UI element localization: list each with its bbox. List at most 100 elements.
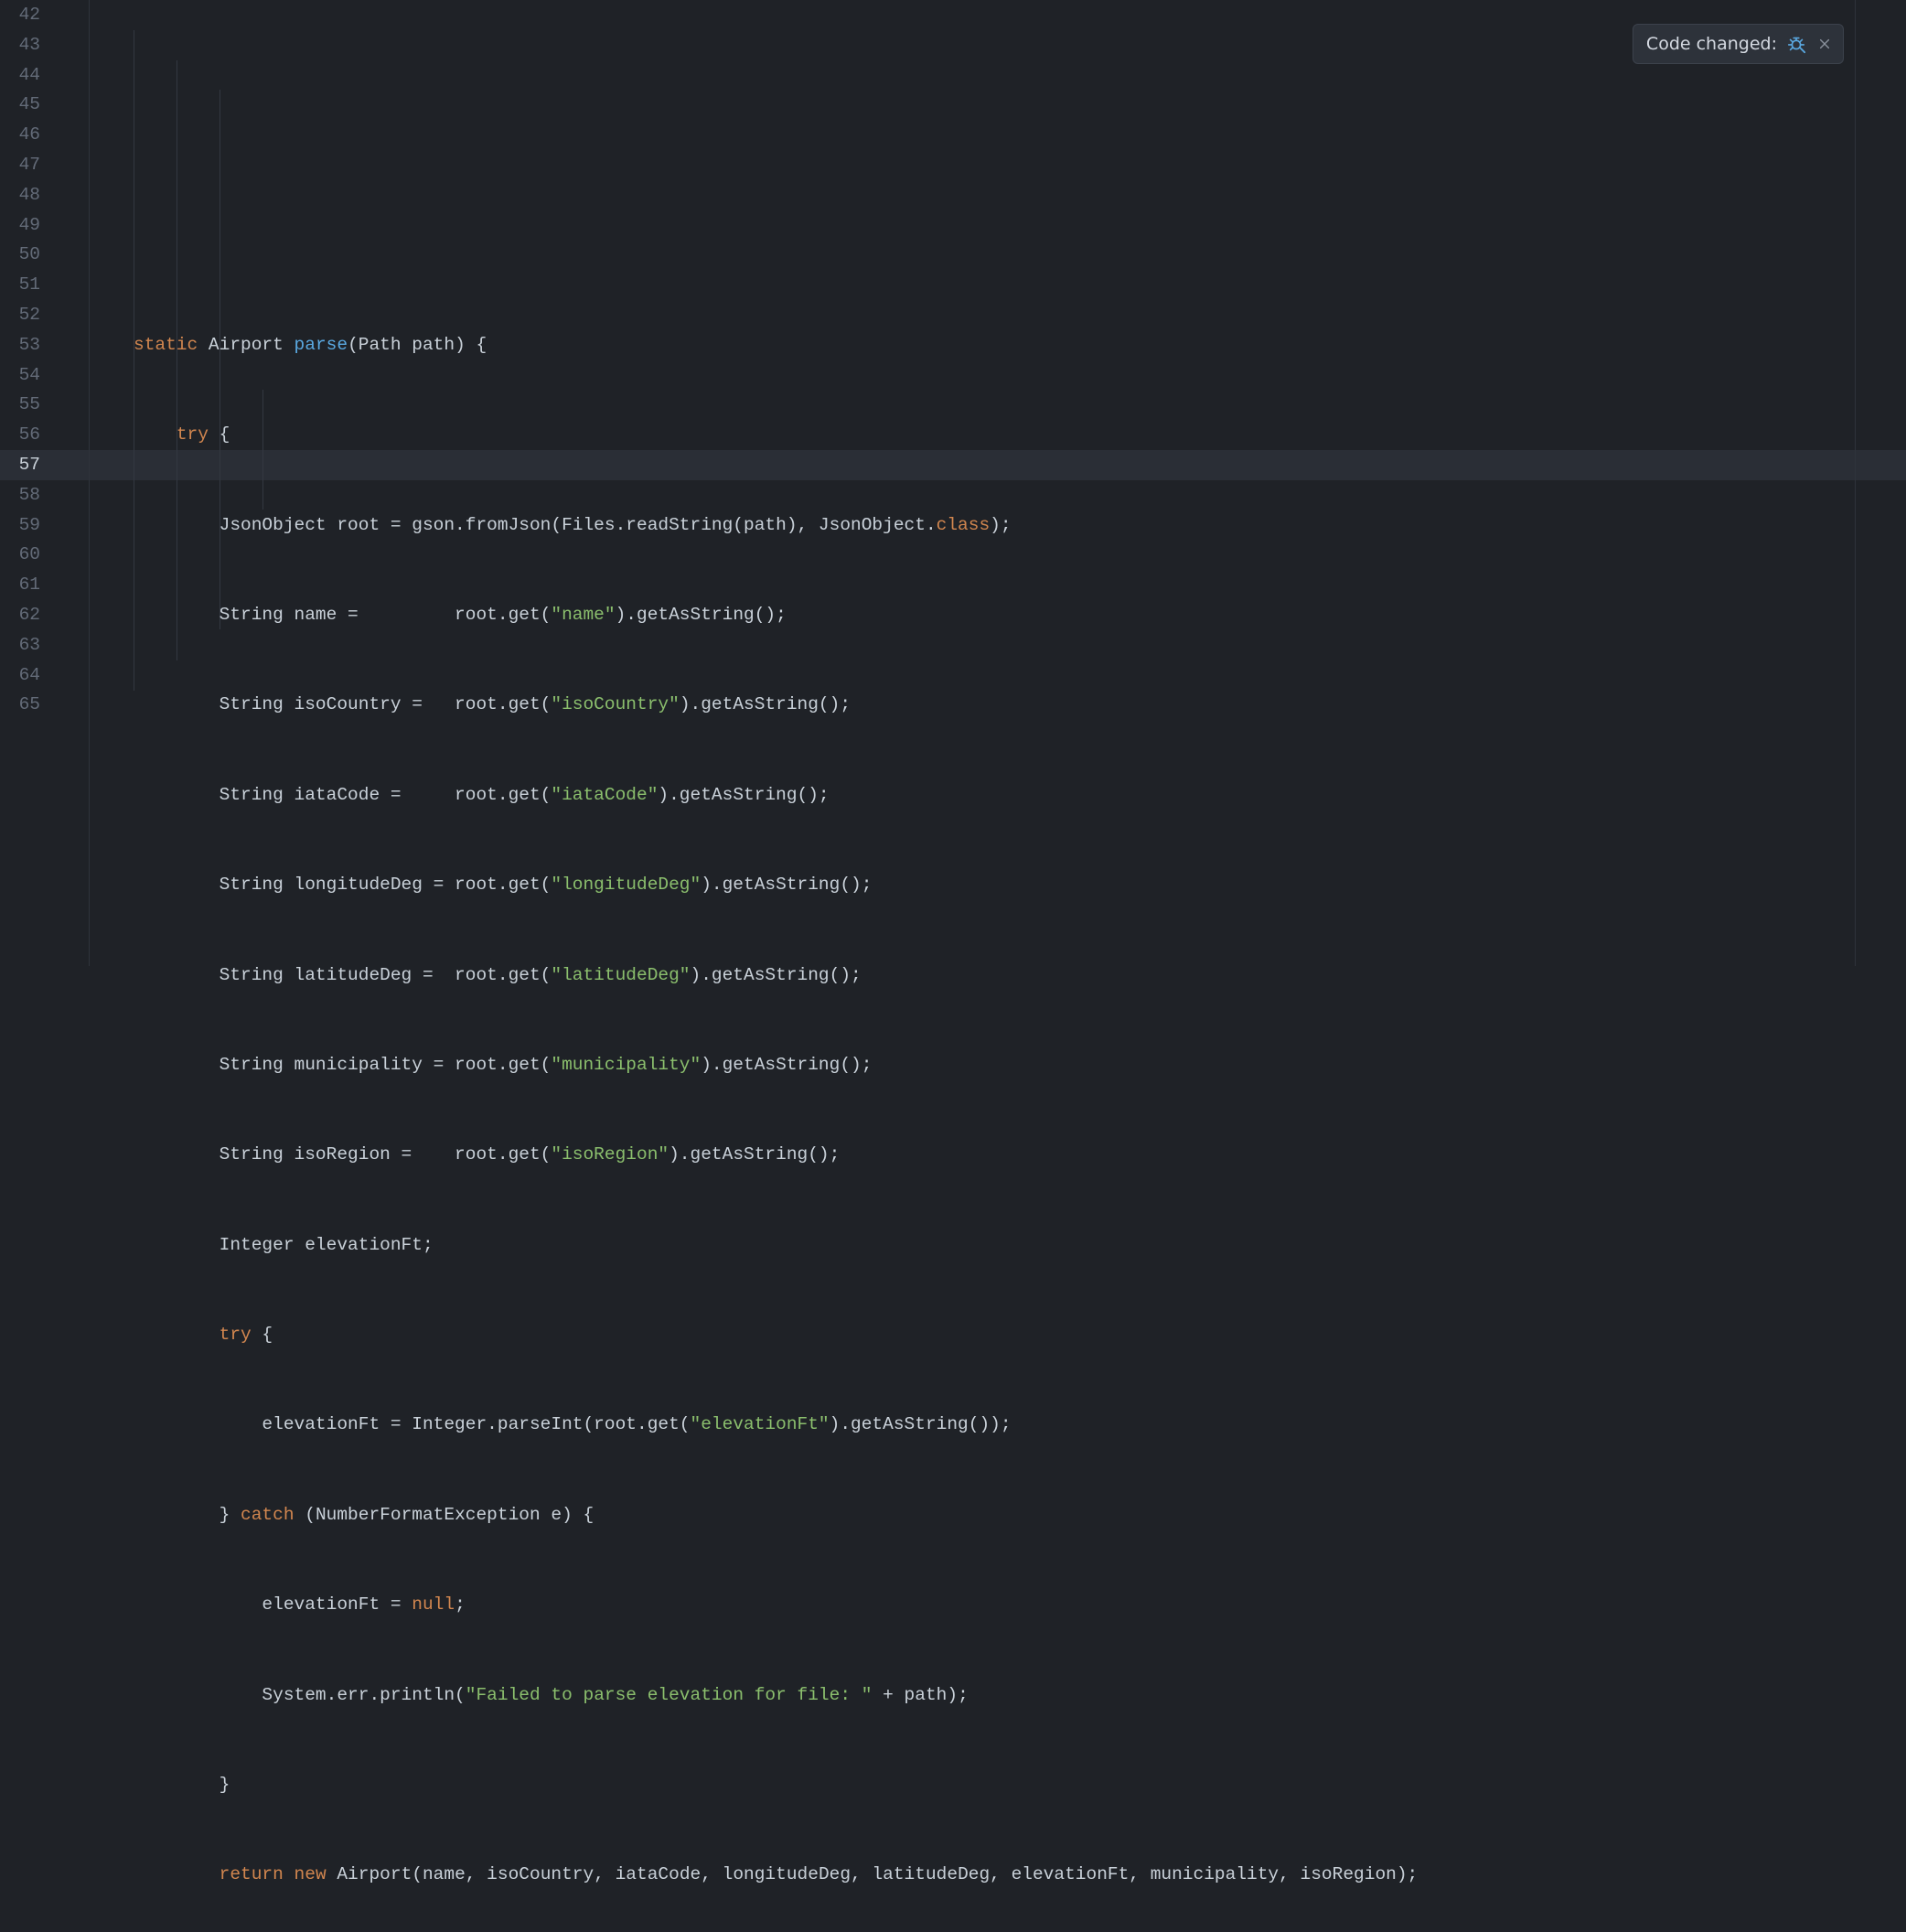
line-number: 53 — [0, 330, 40, 360]
keyword-class: class — [937, 515, 990, 535]
string-literal: "elevationFt" — [691, 1414, 830, 1434]
code-text — [134, 1325, 220, 1345]
code-line: String isoCountry = root.get("isoCountry… — [134, 690, 1906, 720]
code-line: } — [134, 1770, 1906, 1800]
code-line: String municipality = root.get("municipa… — [134, 1050, 1906, 1080]
code-text: elevationFt = — [134, 1594, 412, 1615]
code-text: String latitudeDeg = root.get( — [134, 965, 551, 985]
code-line: try { — [134, 1320, 1906, 1350]
code-text: String longitudeDeg = root.get( — [134, 875, 551, 895]
line-number: 60 — [0, 540, 40, 570]
debug-icon[interactable] — [1786, 34, 1806, 54]
code-text — [284, 1864, 294, 1884]
line-number: 42 — [0, 0, 40, 30]
line-number: 65 — [0, 690, 40, 720]
code-text — [134, 1864, 220, 1884]
string-literal: "isoCountry" — [551, 694, 679, 714]
code-line: elevationFt = null; — [134, 1590, 1906, 1620]
close-icon[interactable] — [1815, 35, 1834, 53]
code-text: (NumberFormatException e) { — [294, 1505, 594, 1525]
line-number: 52 — [0, 300, 40, 330]
notification-label: Code changed: — [1646, 29, 1777, 59]
code-text: ).getAsString(); — [658, 785, 829, 805]
code-text: String isoRegion = root.get( — [134, 1144, 551, 1165]
line-number: 44 — [0, 60, 40, 91]
code-area[interactable]: static Airport parse(Path path) { try { … — [90, 0, 1906, 966]
code-text: ).getAsString()); — [830, 1414, 1012, 1434]
code-text: String municipality = root.get( — [134, 1055, 551, 1075]
line-number: 64 — [0, 660, 40, 691]
code-line: String latitudeDeg = root.get("latitudeD… — [134, 961, 1906, 991]
line-number: 46 — [0, 120, 40, 150]
code-text: Airport(name, isoCountry, iataCode, long… — [327, 1864, 1419, 1884]
fold-column — [57, 0, 90, 966]
code-line: try { — [134, 420, 1906, 450]
code-text: Integer elevationFt; — [134, 1235, 434, 1255]
line-number: 61 — [0, 570, 40, 600]
code-text: + path); — [872, 1685, 968, 1705]
code-changed-notification[interactable]: Code changed: — [1633, 24, 1844, 64]
code-line: elevationFt = Integer.parseInt(root.get(… — [134, 1410, 1906, 1440]
line-number: 56 — [0, 420, 40, 450]
line-number: 50 — [0, 240, 40, 270]
line-number-gutter: 42 43 44 45 46 47 48 49 50 51 52 53 54 5… — [0, 0, 57, 966]
code-text: { — [252, 1325, 273, 1345]
string-literal: "Failed to parse elevation for file: " — [466, 1685, 873, 1705]
code-line: static Airport parse(Path path) { — [134, 330, 1906, 360]
code-text: ).getAsString(); — [680, 694, 851, 714]
code-text: String name = root.get( — [134, 605, 551, 625]
code-line: System.err.println("Failed to parse elev… — [134, 1680, 1906, 1711]
code-text: } — [134, 1775, 230, 1795]
keyword-try: try — [177, 424, 209, 445]
line-number: 59 — [0, 510, 40, 541]
line-number: 51 — [0, 270, 40, 300]
code-line: Integer elevationFt; — [134, 1230, 1906, 1261]
code-line: String name = root.get("name").getAsStri… — [134, 600, 1906, 630]
keyword-static: static — [134, 335, 198, 355]
code-text: ); — [990, 515, 1011, 535]
code-text: String iataCode = root.get( — [134, 785, 551, 805]
line-number: 57 — [0, 450, 40, 480]
code-text: } — [134, 1505, 241, 1525]
string-literal: "longitudeDeg" — [551, 875, 701, 895]
code-line: return new Airport(name, isoCountry, iat… — [134, 1860, 1906, 1890]
code-text: ).getAsString(); — [701, 1055, 872, 1075]
line-number: 48 — [0, 180, 40, 210]
line-number: 58 — [0, 480, 40, 510]
keyword-null: null — [412, 1594, 455, 1615]
code-text: ).getAsString(); — [669, 1144, 840, 1165]
code-line: JsonObject root = gson.fromJson(Files.re… — [134, 510, 1906, 541]
code-text: JsonObject root = gson.fromJson(Files.re… — [134, 515, 937, 535]
line-number: 49 — [0, 210, 40, 241]
line-number: 43 — [0, 30, 40, 60]
code-text: { — [209, 424, 230, 445]
code-text — [134, 424, 177, 445]
code-text: String isoCountry = root.get( — [134, 694, 551, 714]
code-line: String isoRegion = root.get("isoRegion")… — [134, 1140, 1906, 1170]
code-line: String iataCode = root.get("iataCode").g… — [134, 780, 1906, 810]
string-literal: "isoRegion" — [551, 1144, 669, 1165]
string-literal: "name" — [551, 605, 615, 625]
code-text: ).getAsString(); — [616, 605, 787, 625]
line-number: 55 — [0, 390, 40, 420]
code-text: ).getAsString(); — [701, 875, 872, 895]
keyword-new: new — [294, 1864, 327, 1884]
keyword-return: return — [220, 1864, 284, 1884]
code-line: String longitudeDeg = root.get("longitud… — [134, 870, 1906, 900]
type-name: Airport — [198, 335, 294, 355]
code-line: } catch (NumberFormatException e) { — [134, 1500, 1906, 1530]
code-editor[interactable]: 42 43 44 45 46 47 48 49 50 51 52 53 54 5… — [0, 0, 1906, 966]
line-number: 45 — [0, 90, 40, 120]
code-text: elevationFt = Integer.parseInt(root.get( — [134, 1414, 691, 1434]
code-text: System.err.println( — [134, 1685, 466, 1705]
code-text: ; — [455, 1594, 466, 1615]
line-number: 54 — [0, 360, 40, 391]
line-number: 47 — [0, 150, 40, 180]
string-literal: "municipality" — [551, 1055, 701, 1075]
line-number: 62 — [0, 600, 40, 630]
code-line — [134, 240, 1906, 270]
keyword-catch: catch — [241, 1505, 294, 1525]
string-literal: "latitudeDeg" — [551, 965, 690, 985]
keyword-try: try — [220, 1325, 252, 1345]
string-literal: "iataCode" — [551, 785, 658, 805]
